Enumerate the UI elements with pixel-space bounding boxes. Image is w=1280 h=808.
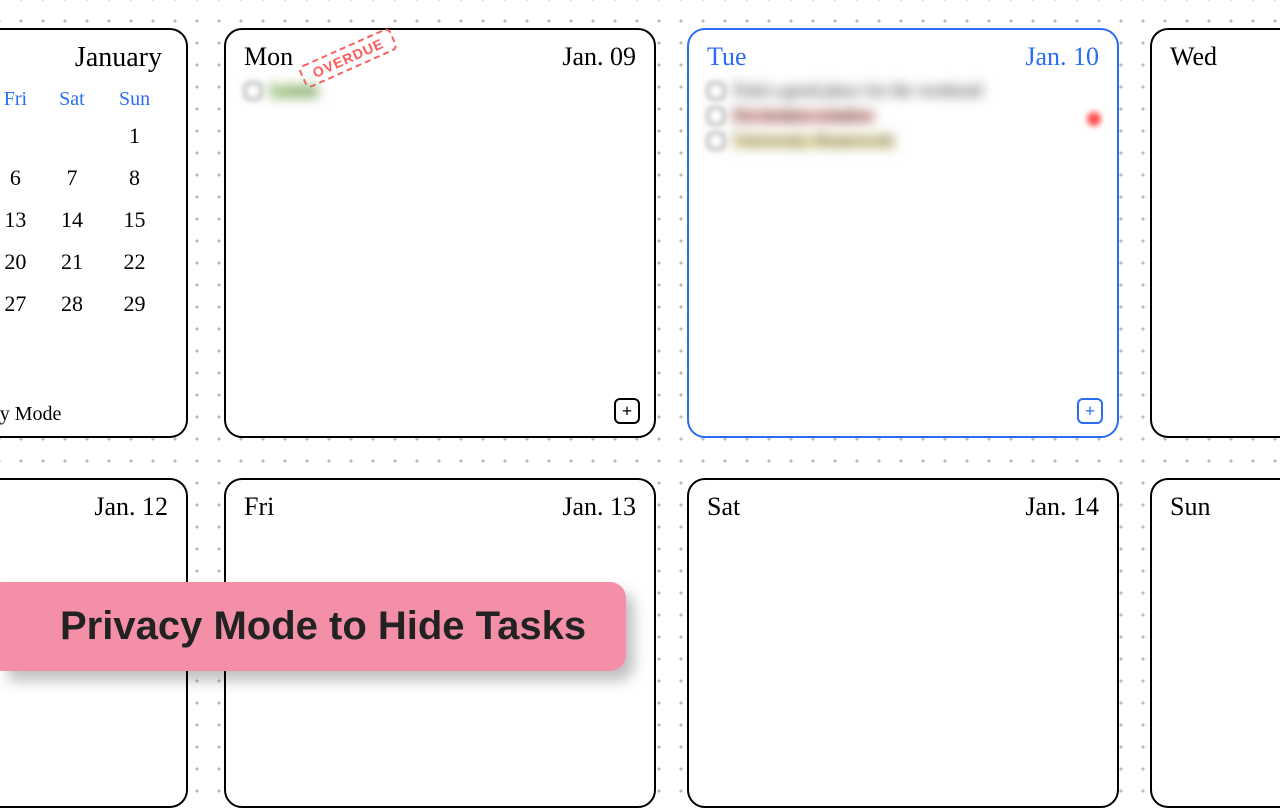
add-task-button[interactable]: +	[1077, 398, 1103, 424]
plus-icon: +	[622, 401, 632, 422]
mini-cal-cell[interactable]: 6	[0, 157, 43, 199]
task-item[interactable]: Fix broken window	[707, 105, 1099, 126]
feature-banner: Privacy Mode to Hide Tasks	[0, 582, 626, 671]
mini-cal-header: Sun	[101, 84, 168, 115]
mini-cal-cell[interactable]: 29	[101, 283, 168, 325]
mini-cal-cell[interactable]: 21	[43, 241, 101, 283]
day-card-mon[interactable]: Mon Jan. 09 OVERDUE Lorem +	[224, 28, 656, 438]
day-of-week: Sun	[1170, 492, 1210, 522]
day-card-wed[interactable]: Wed	[1150, 28, 1280, 438]
day-header: Jan. 12	[0, 492, 168, 522]
task-checkbox[interactable]	[707, 107, 725, 125]
day-of-week: Sat	[707, 492, 740, 522]
day-date: Jan. 09	[562, 42, 636, 72]
task-item[interactable]: Lorem	[244, 80, 636, 101]
day-date: Jan. 12	[94, 492, 168, 522]
day-header: Sat Jan. 14	[707, 492, 1099, 522]
mini-cal-cell[interactable]: 14	[43, 199, 101, 241]
day-header: Tue Jan. 10	[707, 42, 1099, 72]
day-of-week: Fri	[244, 492, 274, 522]
mini-cal-cell[interactable]: 27	[0, 283, 43, 325]
plus-icon: +	[1085, 401, 1095, 422]
task-text-blurred: Find a good place for the weekend	[733, 80, 982, 101]
day-date: Jan. 10	[1025, 42, 1099, 72]
task-checkbox[interactable]	[707, 82, 725, 100]
day-card-sun[interactable]: Sun	[1150, 478, 1280, 808]
day-card-sat[interactable]: Sat Jan. 14	[687, 478, 1119, 808]
mini-calendar-grid[interactable]: Fri Sat Sun 1 678 131415 202122 272829	[0, 84, 168, 325]
mini-cal-cell[interactable]	[0, 115, 43, 157]
day-date: Jan. 13	[562, 492, 636, 522]
day-header: Fri Jan. 13	[244, 492, 636, 522]
mini-cal-cell[interactable]: 28	[43, 283, 101, 325]
add-task-button[interactable]: +	[614, 398, 640, 424]
day-card-tue-today[interactable]: Tue Jan. 10 Find a good place for the we…	[687, 28, 1119, 438]
day-of-week: Wed	[1170, 42, 1217, 72]
mini-cal-cell[interactable]: 22	[101, 241, 168, 283]
task-item[interactable]: Find a good place for the weekend	[707, 80, 1099, 101]
mini-cal-cell[interactable]: 20	[0, 241, 43, 283]
mini-cal-header: Fri	[0, 84, 43, 115]
day-header: Sun	[1170, 492, 1280, 522]
day-of-week: Tue	[707, 42, 747, 72]
mini-cal-cell[interactable]: 8	[101, 157, 168, 199]
task-checkbox[interactable]	[244, 82, 262, 100]
mini-cal-cell[interactable]: 1	[101, 115, 168, 157]
mini-calendar-month: January	[0, 42, 168, 74]
mini-calendar-card: January Fri Sat Sun 1 678 131415 202122 …	[0, 28, 188, 438]
mini-cal-cell[interactable]: 7	[43, 157, 101, 199]
priority-dot-icon	[1087, 112, 1101, 126]
mini-cal-header: Sat	[43, 84, 101, 115]
task-text-blurred: Fix broken window	[733, 105, 874, 126]
mini-cal-cell[interactable]: 13	[0, 199, 43, 241]
mini-cal-cell[interactable]	[43, 115, 101, 157]
day-of-week: Mon	[244, 42, 293, 72]
day-header: Wed	[1170, 42, 1280, 72]
privacy-mode-label: acy Mode	[0, 403, 61, 426]
task-text-blurred: Lorem	[270, 80, 318, 101]
mini-cal-cell[interactable]: 15	[101, 199, 168, 241]
task-item[interactable]: University Homework	[707, 130, 1099, 151]
task-text-blurred: University Homework	[733, 130, 894, 151]
task-checkbox[interactable]	[707, 132, 725, 150]
day-date: Jan. 14	[1025, 492, 1099, 522]
